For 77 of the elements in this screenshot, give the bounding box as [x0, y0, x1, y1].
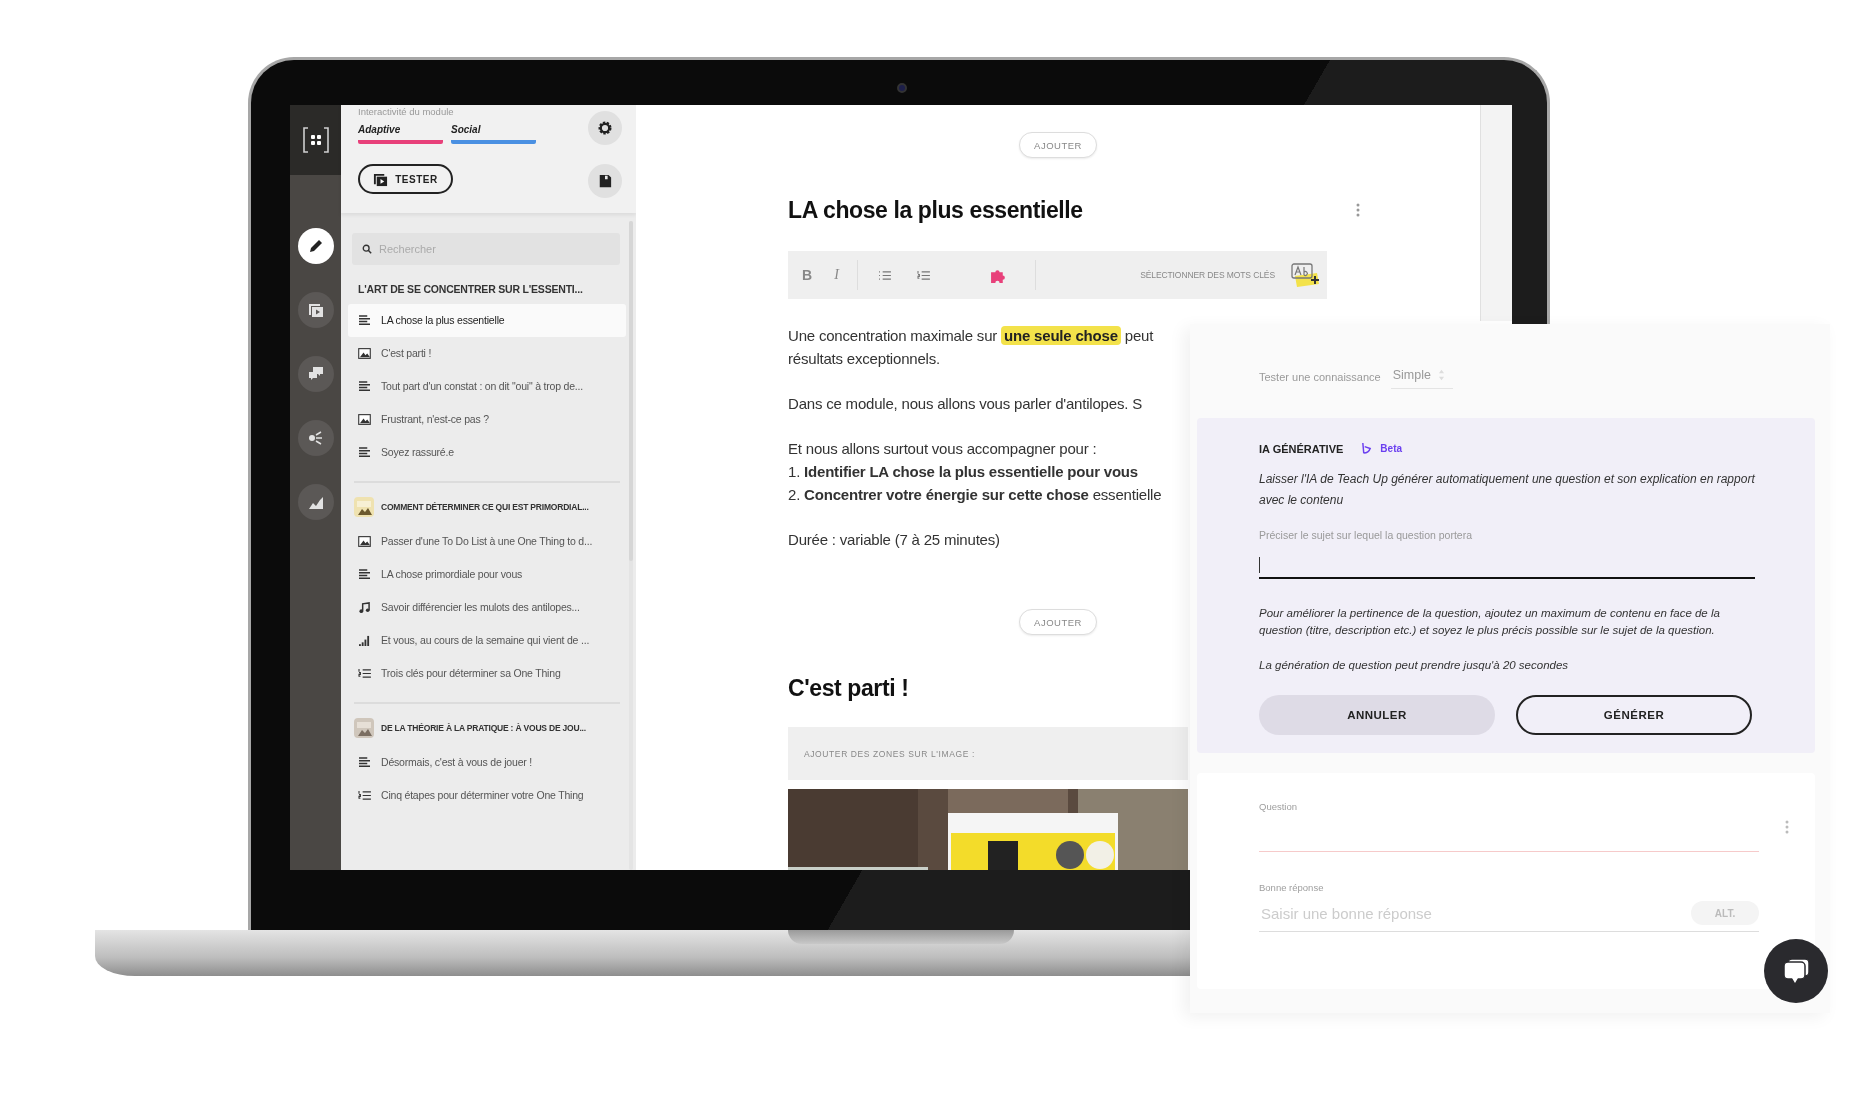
grid-icon[interactable]	[302, 127, 329, 153]
answer-label: Bonne réponse	[1259, 882, 1325, 893]
text-lines-icon	[358, 446, 371, 458]
numbered-list-icon	[358, 667, 371, 679]
text-lines-icon	[358, 756, 371, 768]
save-button[interactable]	[588, 164, 622, 198]
paragraph-text: Et nous allons surtout vous accompagner pour :	[788, 440, 1097, 457]
test-button[interactable]: TESTER	[358, 164, 453, 194]
ai-description: Laisser l'IA de Teach Up générer automatiquement une question et son explication en rapport avec le contenu	[1259, 471, 1755, 509]
paragraph-text: Durée : variable (7 à 25 minutes)	[788, 531, 1000, 548]
cancel-button[interactable]: ANNULER	[1259, 695, 1495, 735]
section-title: DE LA THÉORIE À LA PRATIQUE : À VOUS DE JOU...	[381, 722, 586, 733]
numbered-list-icon	[358, 789, 371, 801]
outline-item[interactable]: Cinq étapes pour déterminer votre One Thing	[348, 778, 626, 812]
play-window-icon	[373, 171, 389, 187]
paragraph-text: Une concentration maximale sur	[788, 327, 999, 344]
paragraph-text: peut	[1123, 327, 1154, 344]
paragraph-text: 2. Concentrer votre énergie sur cette chose essentielle	[788, 486, 1162, 503]
text-lines-icon	[358, 380, 371, 392]
module-label: Interactivité du module	[358, 106, 455, 117]
outline-item[interactable]: C'est parti !	[348, 336, 626, 370]
section-title: L'ART DE SE CONCENTRER SUR L'ESSENTI...	[358, 283, 583, 296]
image-icon	[358, 347, 371, 359]
generate-button[interactable]: GÉNÉRER	[1516, 695, 1752, 735]
image-icon	[358, 535, 371, 547]
music-note-icon	[358, 601, 371, 613]
webcam-dot	[897, 83, 907, 93]
signal-bars-icon	[358, 634, 371, 646]
rail-button[interactable]	[297, 356, 334, 392]
outline-item[interactable]: Frustrant, n'est-ce pas ?	[348, 402, 626, 436]
share-nodes-icon	[307, 430, 324, 446]
question-label: Question	[1259, 801, 1299, 812]
numbered-list-icon[interactable]	[916, 269, 930, 281]
ai-hint: Pour améliorer la pertinence de la question, ajoutez un maximum de contenu en face de la question (titre, description etc.) et soyez le plus précis possible sur le sujet de la question.	[1259, 606, 1721, 638]
mode-tab[interactable]: Social	[451, 124, 536, 144]
paragraph-text: résultats exceptionnels.	[788, 350, 940, 367]
settings-button[interactable]	[588, 111, 622, 145]
section-heading: C'est parti !	[788, 674, 909, 703]
outline-item[interactable]: Trois clés pour déterminer sa One Thing	[348, 656, 626, 690]
pencil-icon	[307, 238, 324, 254]
play-window-icon	[307, 302, 324, 318]
section-heading: LA chose la plus essentielle	[788, 196, 1083, 225]
outline-item[interactable]: LA chose la plus essentielle	[348, 303, 626, 337]
image-icon	[358, 413, 371, 425]
ai-note: La génération de question peut prendre jusqu'à 20 secondes	[1259, 659, 1570, 671]
keyword-add-icon[interactable]	[1289, 262, 1321, 288]
paragraph-text: 1. Identifier LA chose la plus essentielle pour vous	[788, 463, 1138, 480]
updown-icon	[1437, 369, 1445, 381]
rail-button[interactable]	[297, 292, 334, 328]
paragraph-text: Dans ce module, nous allons vous parler d'antilopes. S	[788, 395, 1142, 412]
outline-item[interactable]: Désormais, c'est à vous de jouer !	[348, 745, 626, 779]
outline-item[interactable]: Tout part d'un constat : on dit "oui" à trop de...	[348, 369, 626, 403]
text-lines-icon	[358, 568, 371, 580]
subject-label: Préciser le sujet sur lequel la question portera	[1259, 529, 1474, 541]
mode-tab[interactable]: Adaptive	[358, 124, 443, 144]
outline-item[interactable]: Passer d'une To Do List à une One Thing to d...	[348, 524, 626, 558]
rail-button[interactable]	[297, 228, 334, 264]
add-button[interactable]: AJOUTER	[1019, 132, 1097, 158]
section-title: COMMENT DÉTERMINER CE QUI EST PRIMORDIAL...	[381, 501, 589, 512]
highlighted-text: une seule chose	[1001, 326, 1121, 345]
chat-bubble-icon	[1781, 957, 1811, 985]
chat-bubbles-icon	[307, 366, 324, 382]
outline-item[interactable]: Savoir différencier les mulots des antilopes...	[348, 590, 626, 624]
rail-button[interactable]	[297, 484, 334, 520]
outline-item[interactable]: LA chose primordiale pour vous	[348, 557, 626, 591]
ai-title: IA GÉNÉRATIVE	[1259, 442, 1344, 455]
beta-label: Beta	[1380, 443, 1403, 454]
search-icon	[362, 244, 372, 254]
outline-item[interactable]: Soyez rassuré.e	[348, 435, 626, 469]
bulleted-list-icon[interactable]	[877, 269, 891, 281]
rail-button[interactable]	[297, 420, 334, 456]
text-lines-icon	[358, 314, 371, 326]
outline-item[interactable]: Et vous, au cours de la semaine qui vient de ...	[348, 623, 626, 657]
question-type-label: Tester une connaissance	[1259, 371, 1381, 385]
more-options-icon[interactable]	[1356, 203, 1360, 217]
add-button[interactable]: AJOUTER	[1019, 609, 1097, 635]
settings-icon	[597, 120, 613, 136]
